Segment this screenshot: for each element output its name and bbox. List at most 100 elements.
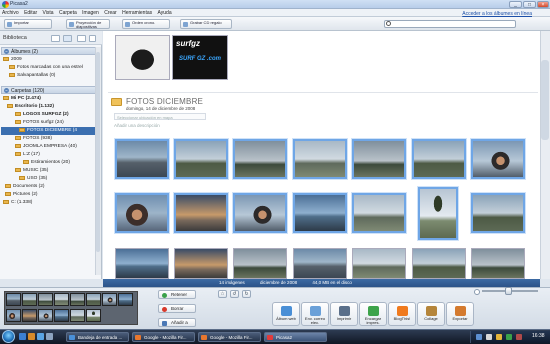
folder-item[interactable]: 2009 xyxy=(1,56,95,64)
photo-thumb[interactable] xyxy=(412,139,466,179)
tray-thumb[interactable] xyxy=(54,309,69,322)
photo-thumb[interactable] xyxy=(174,248,228,279)
photo-thumb[interactable] xyxy=(471,139,525,179)
folder-title[interactable]: FOTOS DICIEMBRE xyxy=(126,97,203,106)
logo-cap-thumb[interactable] xyxy=(115,35,170,80)
folder-item[interactable]: USO (35) xyxy=(1,175,95,183)
photo-thumb[interactable] xyxy=(115,248,169,279)
tray-thumb[interactable] xyxy=(38,309,53,322)
tool-button-blogthis-[interactable]: BlogThis! xyxy=(388,302,416,326)
menu-editar[interactable]: Editar xyxy=(22,9,39,16)
maximize-button[interactable]: □ xyxy=(523,1,536,8)
folder-item[interactable]: L:Z (17) xyxy=(1,151,95,159)
photo-thumb[interactable] xyxy=(352,248,406,279)
photo-thumb[interactable] xyxy=(115,193,169,233)
folders-section[interactable]: − Carpetas (120) xyxy=(1,86,97,94)
minimize-button[interactable]: _ xyxy=(509,1,522,8)
ie-icon[interactable] xyxy=(37,333,44,340)
photo-thumb[interactable] xyxy=(233,139,287,179)
search-input[interactable] xyxy=(384,20,516,28)
photo-thumb[interactable] xyxy=(174,193,228,233)
folder-date[interactable]: domingo, 14 de diciembre de 2008 xyxy=(126,106,195,111)
folder-item[interactable]: C: (1.338) xyxy=(1,199,95,207)
tray-thumb[interactable] xyxy=(86,293,101,306)
taskbar-button[interactable]: Google - Mozilla Fir... xyxy=(132,332,195,342)
folder-item[interactable]: LOGOS SURFGZ (2) xyxy=(1,111,95,119)
folder-item[interactable]: FOTOS surfgz (24) xyxy=(1,119,95,127)
photo-thumb[interactable] xyxy=(352,139,406,179)
tray-thumb[interactable] xyxy=(6,293,21,306)
online-albums-link[interactable]: Acceder a los álbumes en línea xyxy=(460,10,534,17)
menu-vista[interactable]: Vista xyxy=(41,9,56,16)
folder-item[interactable]: FOTOS (938) xyxy=(1,135,95,143)
photo-thumb[interactable] xyxy=(115,139,169,179)
menu-archivo[interactable]: Archivo xyxy=(0,9,21,16)
switch-windows-icon[interactable] xyxy=(46,333,53,340)
taskbar-button[interactable]: Google - Mozilla Fir... xyxy=(198,332,261,342)
rotate-right-button[interactable]: ↻ xyxy=(242,290,251,298)
photo-thumb[interactable] xyxy=(412,248,466,279)
photo-thumb[interactable] xyxy=(352,193,406,233)
logo-surfgz-thumb[interactable]: surfgz SURF GZ .com xyxy=(172,35,228,80)
tray-thumb[interactable] xyxy=(86,309,101,322)
sidebar-scroll-thumb[interactable] xyxy=(96,52,100,252)
view-collapse-button[interactable] xyxy=(77,35,86,42)
tool-button-encargar-impres-[interactable]: Encargar impres. xyxy=(359,302,387,326)
tool-button-álbum-web[interactable]: Álbum web xyxy=(272,302,300,326)
folder-item[interactable]: Salvapantallas (0) xyxy=(1,72,95,80)
folder-item[interactable]: Pictures (2) xyxy=(1,191,95,199)
photo-thumb[interactable] xyxy=(293,193,347,233)
photo-thumb[interactable] xyxy=(233,248,287,279)
tray-thumb[interactable] xyxy=(22,293,37,306)
photo-thumb[interactable] xyxy=(471,193,525,233)
view-options-arrow[interactable] xyxy=(89,35,96,42)
main-scroll-thumb[interactable] xyxy=(541,60,549,140)
show-desktop-icon[interactable] xyxy=(19,333,26,340)
map-location-button[interactable]: Seleccionar ubicación en mapa xyxy=(114,113,206,120)
tray-thumb[interactable] xyxy=(6,309,21,322)
folder-item[interactable]: Escritorio (1.132) xyxy=(1,103,95,111)
burn-cd-button[interactable]: Grabar CD regalo xyxy=(180,19,232,29)
add-to-button[interactable]: Añadir a xyxy=(158,318,196,327)
tray-thumb[interactable] xyxy=(38,293,53,306)
close-button[interactable]: × xyxy=(537,1,549,8)
tray-thumb[interactable] xyxy=(54,293,69,306)
photo-thumb[interactable] xyxy=(174,139,228,179)
folder-item-selected[interactable]: FOTOS DICIEMBRE (4 xyxy=(1,127,95,135)
photo-thumb[interactable] xyxy=(233,193,287,233)
zoom-slider-knob[interactable] xyxy=(505,287,512,295)
description-field[interactable]: Añadir una descripción xyxy=(114,123,160,128)
hold-button[interactable]: Retener xyxy=(158,290,196,299)
tool-button-env-correo-elec-[interactable]: Env. correo elec. xyxy=(301,302,329,326)
folder-item[interactable]: Mi PC (2.474) xyxy=(1,95,95,103)
photo-thumb[interactable] xyxy=(293,248,347,279)
tray-thumb[interactable] xyxy=(118,293,133,306)
menu-imagen[interactable]: Imagen xyxy=(80,9,101,16)
zoom-out-icon[interactable] xyxy=(474,289,480,295)
taskbar-button[interactable]: Bandeja de entrada ... xyxy=(66,332,129,342)
folder-item[interactable]: Documents (2) xyxy=(1,183,95,191)
firefox-icon[interactable] xyxy=(28,333,35,340)
rotate-left-button[interactable]: ↺ xyxy=(230,290,239,298)
photo-thumb[interactable] xyxy=(418,187,458,240)
tray-thumb[interactable] xyxy=(22,309,37,322)
albums-section[interactable]: − Álbumes (2) xyxy=(1,47,97,55)
view-list-button[interactable] xyxy=(51,35,60,42)
tray-thumb[interactable] xyxy=(102,293,117,306)
folder-item[interactable]: Fotos marcadas con una estrel xyxy=(1,64,95,72)
menu-herramientas[interactable]: Herramientas xyxy=(120,9,154,16)
tool-button-collage[interactable]: Collage xyxy=(417,302,445,326)
photo-thumb[interactable] xyxy=(293,139,347,179)
folder-item[interactable]: JOOMLA EMPRESA (40) xyxy=(1,143,95,151)
menu-crear[interactable]: Crear xyxy=(102,9,119,16)
import-button[interactable]: Importar xyxy=(4,19,52,29)
slideshow-button[interactable]: Proyección de diapositivas xyxy=(66,19,110,29)
start-button[interactable] xyxy=(2,330,15,343)
tool-button-imprimir[interactable]: Imprimir xyxy=(330,302,358,326)
timeline-button[interactable]: Orden crono. xyxy=(122,19,170,29)
taskbar-button[interactable]: Picasa2 xyxy=(264,332,327,342)
photo-thumb[interactable] xyxy=(471,248,525,279)
view-tree-button[interactable] xyxy=(63,35,72,42)
menu-carpeta[interactable]: Carpeta xyxy=(57,9,79,16)
tray-thumb[interactable] xyxy=(70,309,85,322)
